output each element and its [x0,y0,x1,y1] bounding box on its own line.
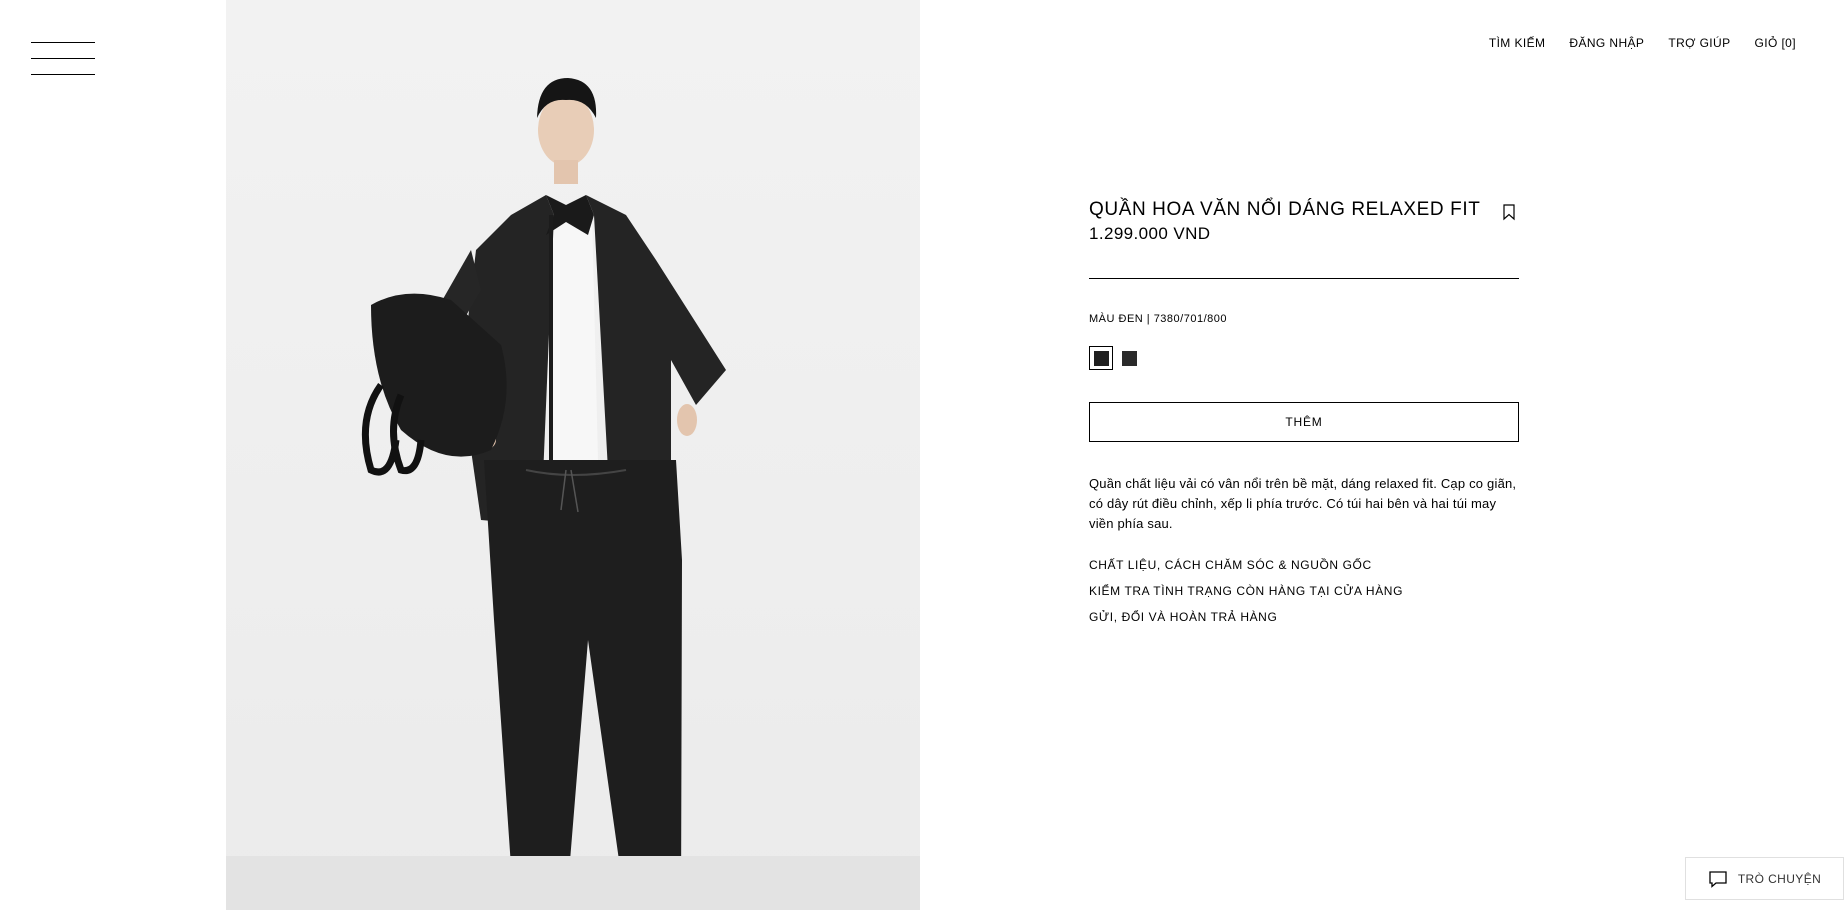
product-description: Quần chất liệu vải có vân nổi trên bề mặ… [1089,476,1517,531]
nav-login[interactable]: ĐĂNG NHẬP [1569,36,1644,50]
divider [1089,278,1519,279]
link-store-availability[interactable]: KIỂM TRA TÌNH TRẠNG CÒN HÀNG TẠI CỬA HÀN… [1089,584,1519,598]
hamburger-line [31,58,95,59]
chat-bubble-icon [1709,870,1727,888]
swatch-chip [1093,350,1109,366]
title-row: QUẦN HOA VĂN NỔI DÁNG RELAXED FIT [1089,198,1519,222]
swatch-chip [1121,350,1137,366]
chat-button[interactable]: TRÒ CHUYỆN [1685,857,1844,900]
menu-button[interactable] [31,42,95,76]
nav-cart[interactable]: GIỎ [0] [1755,36,1796,50]
product-info: QUẦN HOA VĂN NỔI DÁNG RELAXED FIT 1.299.… [1089,198,1519,624]
link-materials[interactable]: CHẤT LIỆU, CÁCH CHĂM SÓC & NGUỒN GỐC [1089,558,1519,572]
studio-floor [226,856,920,910]
top-nav: TÌM KIẾM ĐĂNG NHẬP TRỢ GIÚP GIỎ [0] [1489,36,1796,50]
link-shipping-returns[interactable]: GỬI, ĐỔI VÀ HOÀN TRẢ HÀNG [1089,610,1519,624]
hamburger-line [31,74,95,75]
color-swatches [1089,346,1519,370]
product-title: QUẦN HOA VĂN NỔI DÁNG RELAXED FIT [1089,199,1481,220]
swatch-black-alt[interactable] [1117,346,1141,370]
product-price: 1.299.000 VND [1089,224,1211,243]
bookmark-icon[interactable] [1499,202,1519,222]
product-links: CHẤT LIỆU, CÁCH CHĂM SÓC & NGUỒN GỐC KIỂ… [1089,558,1519,624]
nav-help[interactable]: TRỢ GIÚP [1668,36,1730,50]
add-to-cart-button[interactable]: THÊM [1089,402,1519,442]
color-and-ref: MÀU ĐEN | 7380/701/800 [1089,313,1227,325]
hamburger-line [31,42,95,43]
product-photo-illustration [361,78,726,910]
product-image [226,0,920,910]
nav-search[interactable]: TÌM KIẾM [1489,36,1546,50]
swatch-black-selected[interactable] [1089,346,1113,370]
chat-label: TRÒ CHUYỆN [1737,871,1822,886]
